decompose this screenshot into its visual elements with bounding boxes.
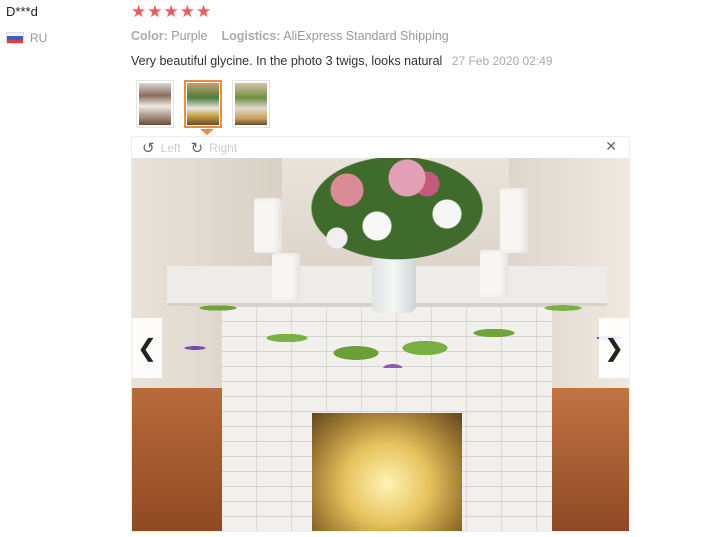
review-body: Very beautiful glycine. In the photo 3 t… [131, 54, 553, 68]
rotate-left-label: Left [160, 140, 181, 155]
rotate-right-icon: ↻ [190, 138, 204, 157]
color-value: Purple [171, 29, 208, 43]
photo-bouquet [297, 158, 497, 268]
rotate-left-icon: ↺ [142, 138, 155, 157]
rating-stars: ★ ★ ★ ★ ★ [131, 3, 211, 21]
thumbnail-2-active[interactable] [184, 80, 222, 128]
color-attribute: Color: Purple [131, 29, 207, 43]
previous-photo-button[interactable]: ❮ [132, 318, 162, 378]
photo-candle [500, 188, 528, 253]
rotate-right-label: Right [209, 140, 238, 155]
reviewer-name: D***d [6, 4, 38, 19]
thumbnail-image [139, 83, 171, 125]
thumbnail-image [235, 83, 267, 125]
photo-viewer: ↺ Left ↻ Right ✕ ❮ ❯ [131, 136, 630, 532]
star-icon: ★ [196, 2, 212, 22]
logistics-attribute: Logistics: AliExpress Standard Shipping [221, 29, 448, 43]
photo-floor-left [132, 388, 232, 531]
logistics-label: Logistics: [221, 29, 281, 43]
thumbnail-1[interactable] [136, 80, 174, 128]
photo-thumbnails [136, 80, 270, 128]
review-text: Very beautiful glycine. In the photo 3 t… [131, 54, 443, 68]
reviewer-country: RU [6, 31, 47, 45]
review-date: 27 Feb 2020 02:49 [451, 54, 553, 68]
rotate-right-button[interactable]: ↻ Right [191, 139, 238, 157]
star-icon: ★ [147, 2, 163, 22]
chevron-right-icon: ❯ [603, 334, 625, 362]
country-code: RU [30, 31, 48, 45]
photo-floor-right [539, 388, 629, 531]
rotate-left-button[interactable]: ↺ Left [142, 139, 181, 157]
star-icon: ★ [131, 2, 147, 22]
thumbnail-image [187, 83, 219, 125]
photo-candle [254, 198, 282, 253]
next-photo-button[interactable]: ❯ [599, 318, 629, 378]
photo-wisteria-garland [172, 268, 629, 368]
star-icon: ★ [179, 2, 195, 22]
viewer-toolbar: ↺ Left ↻ Right ✕ [132, 137, 629, 158]
russia-flag-icon [6, 32, 24, 44]
active-thumbnail-caret [200, 129, 214, 135]
photo-firebox-lights [312, 413, 462, 531]
star-icon: ★ [163, 2, 179, 22]
color-label: Color: [131, 29, 168, 43]
chevron-left-icon: ❮ [136, 334, 158, 362]
close-icon[interactable]: ✕ [605, 139, 617, 155]
thumbnail-3[interactable] [232, 80, 270, 128]
logistics-value: AliExpress Standard Shipping [283, 29, 449, 43]
review-attributes: Color: Purple Logistics: AliExpress Stan… [131, 29, 449, 43]
review-photo: ❮ ❯ [132, 158, 629, 531]
